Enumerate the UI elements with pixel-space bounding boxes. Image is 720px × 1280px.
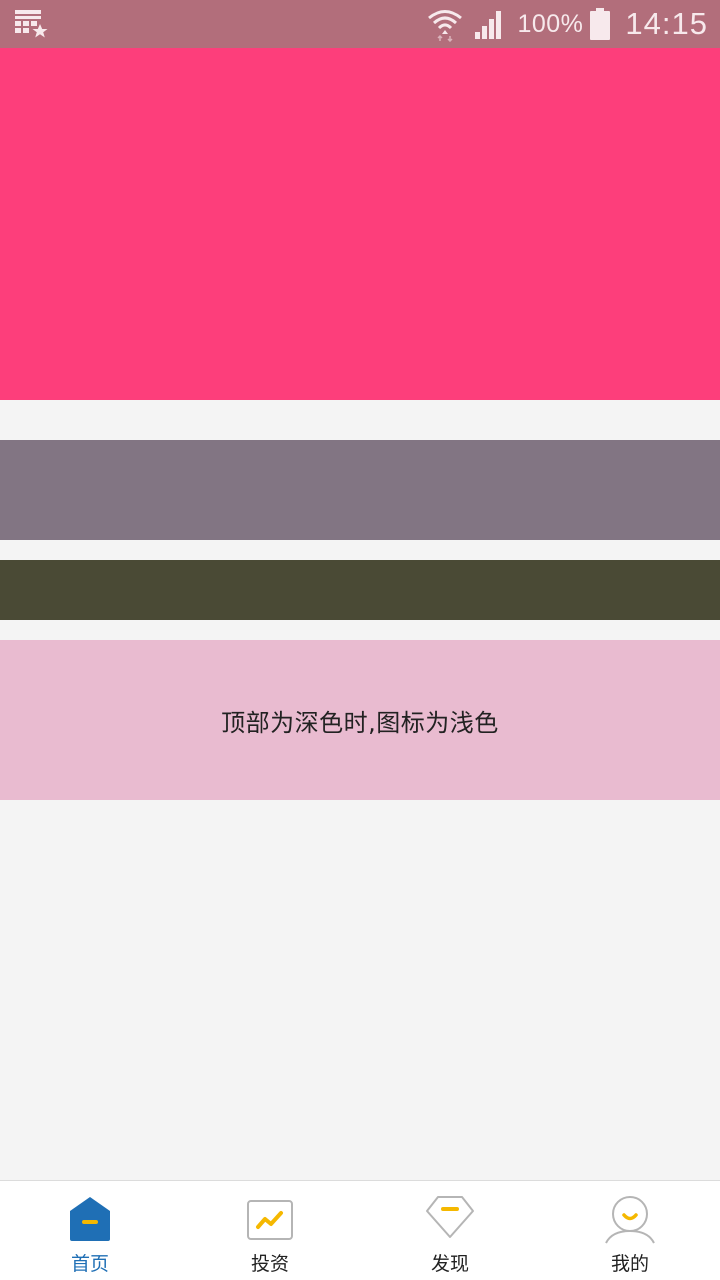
pink-block-text: 顶部为深色时,图标为浅色 (221, 708, 499, 737)
invest-chart-icon (247, 1200, 293, 1240)
nav-label-profile: 我的 (610, 1253, 649, 1275)
app-screen: 100% 14:15 顶部为深色时,图标为浅色 首页 投资 发现 我的 (0, 0, 720, 1280)
nav-item-invest[interactable]: 投资 (180, 1181, 360, 1280)
nav-item-profile[interactable]: 我的 (540, 1181, 720, 1280)
mauve-color-block (0, 440, 720, 540)
wifi-icon (428, 10, 463, 42)
status-indicators: 100% 14:15 (427, 0, 708, 48)
battery-icon (590, 8, 611, 40)
home-icon (70, 1197, 110, 1241)
battery-percent: 100% (517, 9, 584, 38)
nav-label-home: 首页 (70, 1253, 109, 1275)
olive-color-block (0, 560, 720, 620)
status-bar: 100% 14:15 (0, 0, 720, 48)
hero-color-block (0, 48, 720, 400)
bottom-nav: 首页 投资 发现 我的 (0, 1180, 720, 1280)
nav-label-discover: 发现 (430, 1253, 469, 1275)
profile-icon (605, 1196, 655, 1244)
status-clock: 14:15 (625, 6, 708, 41)
signal-icon (475, 11, 502, 39)
nav-item-home[interactable]: 首页 (0, 1181, 180, 1280)
calendar-star-icon (15, 10, 48, 38)
nav-item-discover[interactable]: 发现 (360, 1181, 540, 1280)
pink-info-block: 顶部为深色时,图标为浅色 (0, 640, 720, 800)
nav-label-invest: 投资 (250, 1253, 289, 1275)
discover-diamond-icon (426, 1196, 474, 1238)
